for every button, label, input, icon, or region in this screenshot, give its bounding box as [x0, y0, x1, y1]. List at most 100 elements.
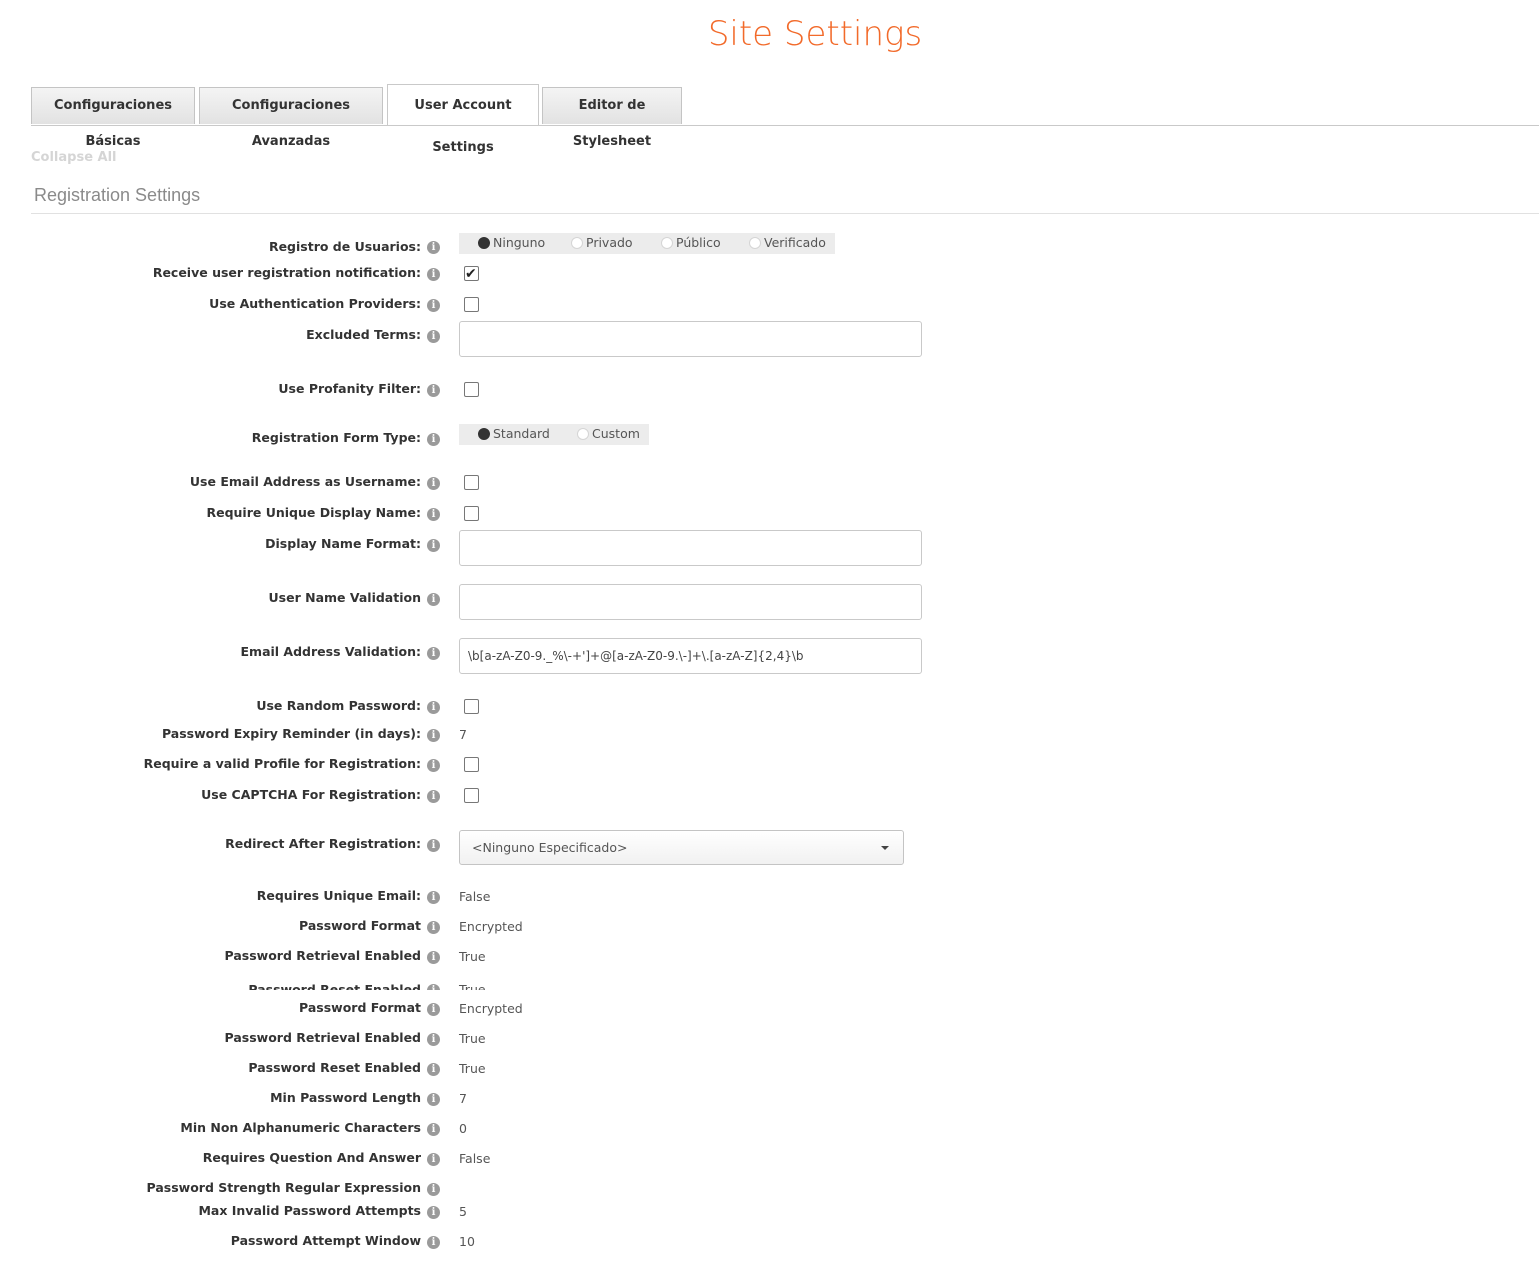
password-reset-value: True [459, 1061, 486, 1076]
excluded-terms-label: Excluded Terms: [306, 327, 421, 342]
require-unique-display-name-checkbox[interactable] [464, 506, 479, 521]
info-icon[interactable]: i [427, 299, 440, 312]
info-icon[interactable]: i [427, 1183, 440, 1196]
min-non-alphanumeric-label: Min Non Alphanumeric Characters [180, 1120, 421, 1135]
registration-form-type-radio-group: Standard Custom [459, 424, 649, 445]
excluded-terms-input[interactable] [459, 321, 922, 357]
password-expiry-reminder-value: 7 [459, 727, 467, 742]
use-random-password-label: Use Random Password: [256, 698, 421, 713]
requires-unique-email-label: Requires Unique Email: [256, 888, 421, 903]
radio-selected-icon [478, 428, 490, 440]
password-reset-value: True [459, 982, 486, 990]
info-icon[interactable]: i [427, 701, 440, 714]
info-icon[interactable]: i [427, 1123, 440, 1136]
checkmark-icon: ✔ [465, 265, 477, 281]
redirect-after-registration-select[interactable]: <Ninguno Especificado> [459, 830, 904, 865]
requires-unique-email-value: False [459, 889, 491, 904]
use-random-password-checkbox[interactable] [464, 699, 479, 714]
email-address-validation-input[interactable]: \b[a-zA-Z0-9._%\-+']+@[a-zA-Z0-9.\-]+\.[… [459, 638, 922, 674]
use-profanity-filter-label: Use Profanity Filter: [278, 381, 421, 396]
requires-question-answer-label: Requires Question And Answer [202, 1150, 421, 1165]
email-address-validation-label: Email Address Validation: [240, 644, 422, 659]
info-icon[interactable]: i [427, 1206, 440, 1219]
info-icon[interactable]: i [427, 1153, 440, 1166]
use-email-as-username-label: Use Email Address as Username: [189, 474, 421, 489]
password-retrieval-label: Password Retrieval Enabled [224, 1030, 422, 1045]
info-icon[interactable]: i [427, 384, 440, 397]
use-auth-providers-label: Use Authentication Providers: [209, 296, 421, 311]
caret-down-icon [881, 846, 889, 850]
user-name-validation-input[interactable] [459, 584, 922, 620]
requires-question-answer-value: False [459, 1151, 491, 1166]
info-icon[interactable]: i [427, 891, 440, 904]
info-icon[interactable]: i [427, 1063, 440, 1076]
info-icon[interactable]: i [427, 539, 440, 552]
info-icon[interactable]: i [427, 759, 440, 772]
info-icon[interactable]: i [427, 647, 440, 660]
radio-unselected-icon [571, 237, 583, 249]
password-format-value: Encrypted [459, 919, 523, 934]
info-icon: i [427, 984, 440, 990]
user-registration-radio-group: Ninguno Privado Público Verificado [459, 233, 835, 254]
section-divider [31, 213, 1539, 214]
user-name-validation-label: User Name Validation [268, 590, 421, 605]
settings-tabs: Configuraciones Básicas Configuraciones … [31, 84, 1539, 155]
info-icon[interactable]: i [427, 330, 440, 343]
info-icon[interactable]: i [427, 951, 440, 964]
display-name-format-label: Display Name Format: [265, 536, 421, 551]
redirect-after-registration-label: Redirect After Registration: [225, 836, 421, 851]
max-invalid-attempts-value: 5 [459, 1204, 467, 1219]
min-non-alphanumeric-value: 0 [459, 1121, 467, 1136]
info-icon[interactable]: i [427, 593, 440, 606]
user-registration-label: Registro de Usuarios: [268, 239, 421, 254]
password-format-label: Password Format [299, 918, 421, 933]
info-icon[interactable]: i [427, 921, 440, 934]
redirect-selected-value: <Ninguno Especificado> [472, 840, 628, 855]
tab-configuraciones-basicas[interactable]: Configuraciones Básicas [31, 87, 195, 149]
info-icon[interactable]: i [427, 1236, 440, 1249]
require-valid-profile-checkbox[interactable] [464, 757, 479, 772]
radio-unselected-icon [661, 237, 673, 249]
use-profanity-filter-checkbox[interactable] [464, 382, 479, 397]
password-reset-label: Password Reset Enabled [248, 1060, 421, 1075]
display-name-format-input[interactable] [459, 530, 922, 566]
tab-user-account-settings[interactable]: User Account Settings [387, 84, 539, 155]
min-password-length-value: 7 [459, 1091, 467, 1106]
info-icon[interactable]: i [427, 1093, 440, 1106]
section-title[interactable]: Registration Settings [34, 185, 200, 206]
info-icon[interactable]: i [427, 508, 440, 521]
info-icon[interactable]: i [427, 1033, 440, 1046]
info-icon[interactable]: i [427, 268, 440, 281]
password-format-label: Password Format [299, 1000, 421, 1015]
password-format-value: Encrypted [459, 1001, 523, 1016]
min-password-length-label: Min Password Length [270, 1090, 421, 1105]
info-icon[interactable]: i [427, 839, 440, 852]
info-icon[interactable]: i [427, 1003, 440, 1016]
tab-configuraciones-avanzadas[interactable]: Configuraciones Avanzadas [199, 87, 383, 149]
receive-notification-checkbox[interactable]: ✔ [464, 265, 479, 281]
max-invalid-attempts-label: Max Invalid Password Attempts [198, 1203, 421, 1218]
info-icon[interactable]: i [427, 729, 440, 742]
info-icon[interactable]: i [427, 477, 440, 490]
use-captcha-checkbox[interactable] [464, 788, 479, 803]
use-captcha-label: Use CAPTCHA For Registration: [201, 787, 421, 802]
tab-editor-de-stylesheet[interactable]: Editor de Stylesheet [542, 87, 682, 149]
info-icon[interactable]: i [427, 433, 440, 446]
require-unique-display-name-label: Require Unique Display Name: [206, 505, 421, 520]
password-attempt-window-label: Password Attempt Window [230, 1233, 421, 1248]
use-email-as-username-checkbox[interactable] [464, 475, 479, 490]
clipped-row: Password Reset Enabled i True [0, 982, 1539, 990]
radio-selected-icon [478, 237, 490, 249]
require-valid-profile-label: Require a valid Profile for Registration… [143, 756, 421, 771]
page-title: Site Settings [707, 14, 923, 54]
info-icon[interactable]: i [427, 790, 440, 803]
collapse-all-link[interactable]: Collapse All [31, 150, 117, 165]
radio-unselected-icon [749, 237, 761, 249]
password-expiry-reminder-label: Password Expiry Reminder (in days): [161, 726, 421, 741]
use-auth-providers-checkbox[interactable] [464, 297, 479, 312]
password-attempt-window-value: 10 [459, 1234, 475, 1249]
info-icon[interactable]: i [427, 241, 440, 254]
password-retrieval-value: True [459, 1031, 486, 1046]
password-strength-regex-label: Password Strength Regular Expression [146, 1180, 421, 1195]
registration-form-type-label: Registration Form Type: [251, 430, 421, 445]
